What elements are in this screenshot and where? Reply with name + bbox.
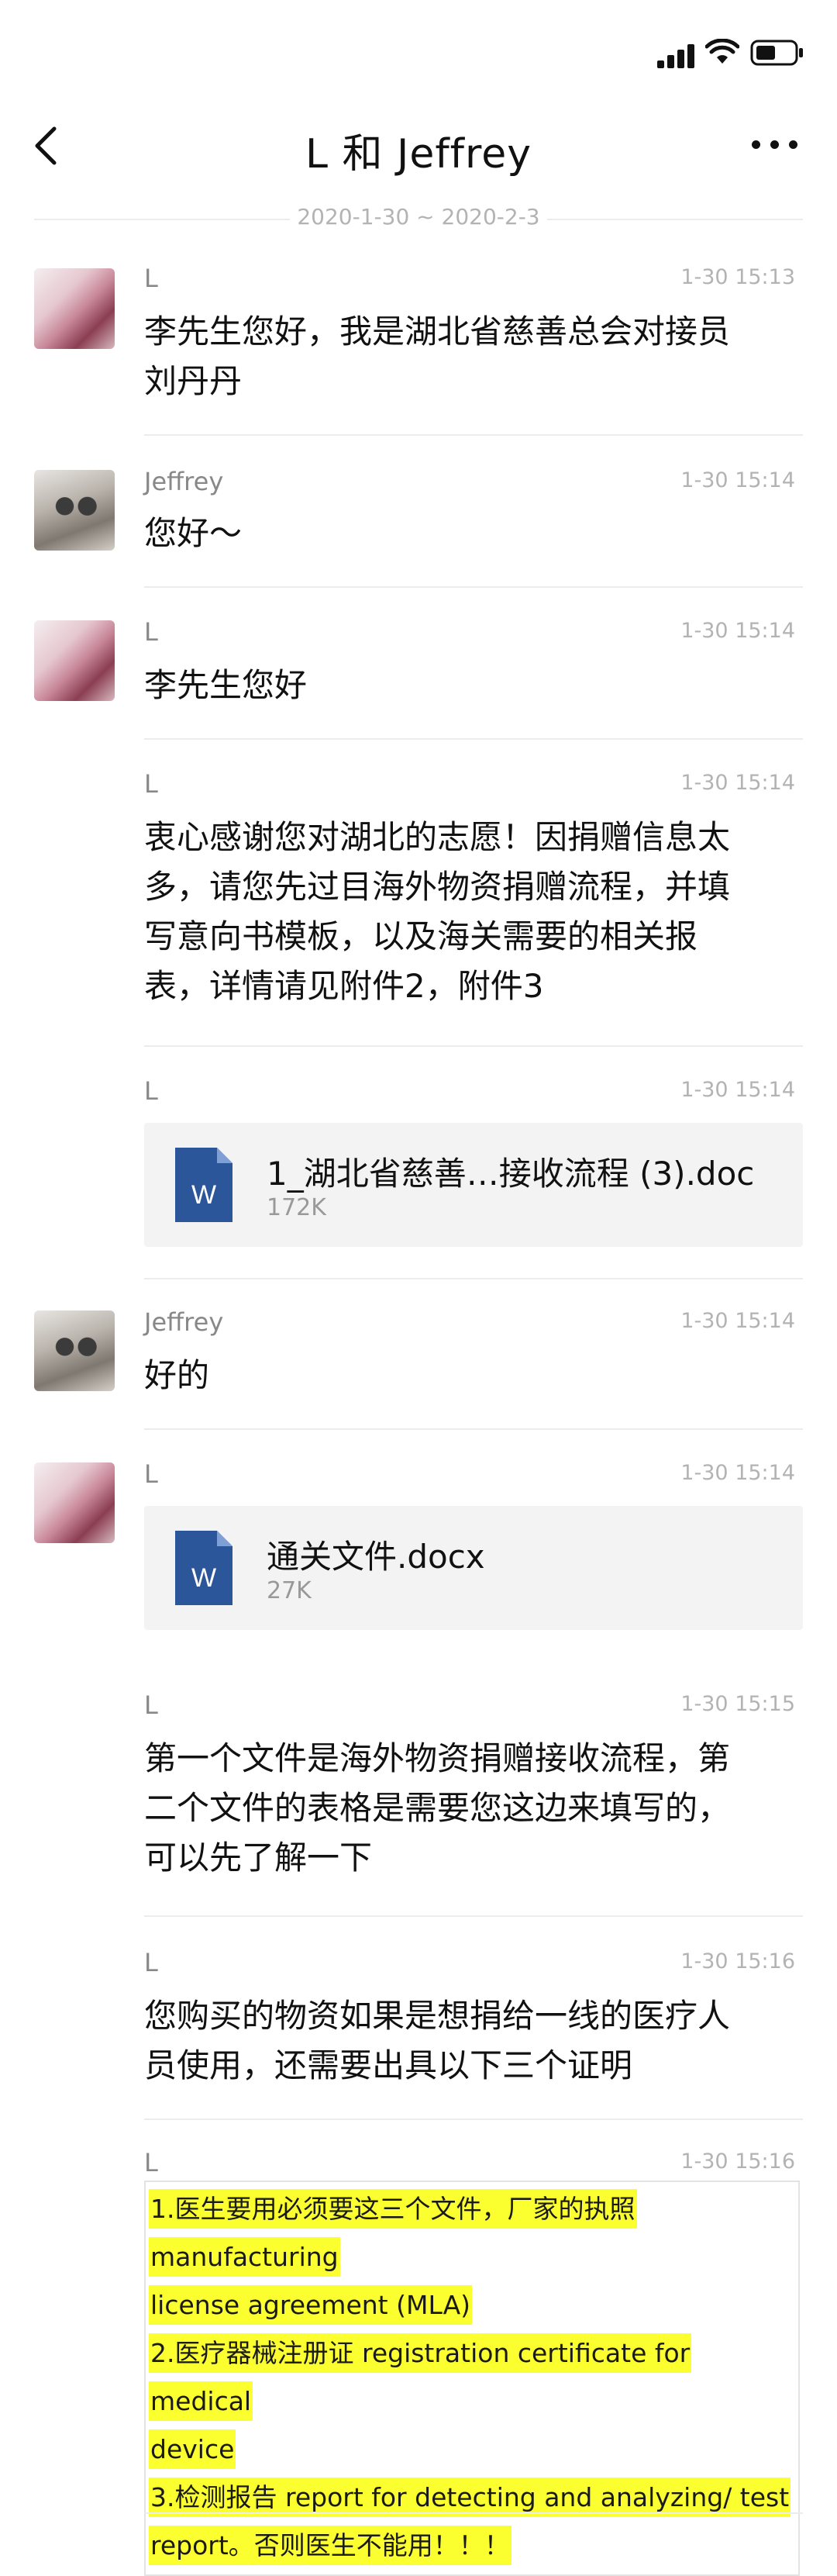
date-range: 2020-1-30 ~ 2020-2-3 [297, 204, 540, 230]
message-text[interactable]: 李先生您好 [144, 661, 803, 710]
status-bar [0, 0, 837, 93]
avatar-l[interactable] [34, 268, 115, 349]
message-time: 1-30 15:14 [680, 1309, 795, 1333]
message-time: 1-30 15:16 [680, 1949, 795, 1973]
sender-name: Jeffrey [144, 1307, 224, 1337]
avatar-jeffrey[interactable] [34, 1310, 115, 1391]
message-text[interactable]: 衷心感谢您对湖北的志愿！因捐赠信息太 多，请您先过目海外物资捐赠流程，并填 写意向… [144, 813, 803, 1011]
more-dots-icon[interactable] [744, 129, 806, 160]
message-text[interactable]: 第一个文件是海外物资捐赠接收流程，第 二个文件的表格是需要您这边来填写的， 可以先… [144, 1734, 803, 1883]
cellular-signal-icon [657, 43, 696, 68]
message-time: 1-30 15:16 [680, 2150, 795, 2174]
note-line: device [149, 2429, 236, 2469]
sender-name: L [144, 2148, 158, 2177]
file-attachment[interactable]: W 1_湖北省慈善…接收流程 (3).doc 172K [144, 1123, 803, 1247]
message-text[interactable]: 您购买的物资如果是想捐给一线的医疗人 员使用，还需要出具以下三个证明 [144, 1991, 803, 2091]
divider [144, 1045, 803, 1047]
note-line: report。否则医生不能用！！！ [149, 2526, 512, 2565]
file-icon-letter: W [191, 1563, 216, 1593]
divider [144, 2512, 803, 2514]
message-text[interactable]: 您好～ [144, 509, 803, 558]
word-doc-icon: W [175, 1531, 232, 1605]
avatar-l[interactable] [34, 1462, 115, 1543]
highlighted-note-image[interactable]: 1.医生要用必须要这三个文件，厂家的执照 manufacturing licen… [144, 2181, 800, 2576]
file-attachment[interactable]: W 通关文件.docx 27K [144, 1506, 803, 1630]
avatar-l[interactable] [34, 620, 115, 701]
note-line: 1.医生要用必须要这三个文件，厂家的执照 manufacturing [149, 2189, 637, 2277]
sender-name: L [144, 617, 158, 647]
divider [144, 586, 803, 588]
message-text[interactable]: 李先生您好，我是湖北省慈善总会对接员 刘丹丹 [144, 307, 803, 406]
note-line: license agreement (MLA) [149, 2285, 473, 2325]
message-text[interactable]: 好的 [144, 1351, 803, 1400]
note-line: 2.医疗器械注册证 registration certificate for m… [149, 2333, 692, 2421]
divider [144, 434, 803, 436]
file-icon-letter: W [191, 1180, 216, 1210]
message-time: 1-30 15:14 [680, 1461, 795, 1485]
message-time: 1-30 15:14 [680, 468, 795, 492]
file-name: 通关文件.docx [267, 1538, 485, 1576]
divider [144, 1428, 803, 1430]
message-time: 1-30 15:14 [680, 619, 795, 643]
divider [144, 1278, 803, 1279]
chat-title: L 和 Jeffrey [305, 131, 532, 178]
chat-header: L 和 Jeffrey [0, 101, 837, 194]
message-time: 1-30 15:14 [680, 771, 795, 795]
wifi-icon [705, 39, 739, 64]
file-name: 1_湖北省慈善…接收流程 (3).doc [267, 1155, 755, 1193]
file-size: 27K [267, 1577, 312, 1604]
sender-name: L [144, 1459, 158, 1489]
note-line: 3.检测报告 report for detecting and analyzin… [149, 2478, 791, 2517]
sender-name: Jeffrey [144, 467, 224, 496]
sender-name: L [144, 1948, 158, 1977]
battery-icon [750, 40, 803, 66]
divider [144, 738, 803, 740]
divider [144, 1915, 803, 1917]
sender-name: L [144, 769, 158, 799]
divider [144, 2118, 803, 2120]
avatar-jeffrey[interactable] [34, 470, 115, 551]
message-time: 1-30 15:15 [680, 1692, 795, 1716]
sender-name: L [144, 1076, 158, 1106]
sender-name: L [144, 1690, 158, 1720]
file-size: 172K [267, 1194, 326, 1221]
word-doc-icon: W [175, 1148, 232, 1222]
message-time: 1-30 15:14 [680, 1078, 795, 1102]
sender-name: L [144, 264, 158, 293]
message-time: 1-30 15:13 [680, 265, 795, 289]
